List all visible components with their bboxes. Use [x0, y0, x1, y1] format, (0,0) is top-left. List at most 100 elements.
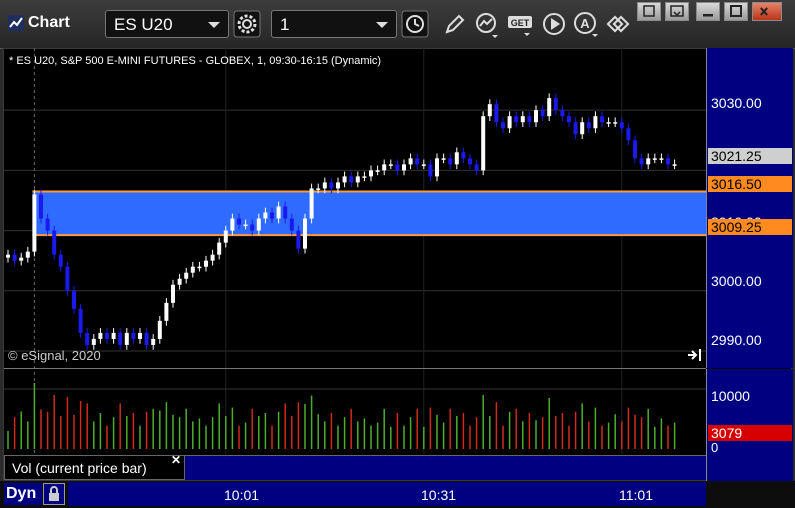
candle-body	[322, 182, 327, 189]
candle-body	[210, 254, 215, 261]
candle-body	[560, 110, 565, 117]
study-icon	[476, 13, 498, 38]
candle-body	[573, 122, 578, 135]
candle-body	[45, 218, 50, 231]
box-low-tag: 3009.25	[708, 219, 792, 235]
link-button[interactable]	[604, 10, 632, 38]
settings-button[interactable]	[233, 10, 261, 38]
study-button[interactable]	[472, 10, 500, 38]
play-button[interactable]	[540, 10, 568, 38]
candle-body	[507, 116, 512, 129]
candle-body	[672, 164, 677, 166]
interval-combo[interactable]: 1	[271, 10, 397, 38]
time-axis[interactable]	[68, 482, 706, 506]
candle-body	[263, 212, 268, 219]
close-button[interactable]	[752, 2, 782, 21]
candle-body	[362, 176, 367, 178]
candle-body	[487, 104, 492, 117]
candle-body	[474, 164, 479, 171]
pane-separator[interactable]	[4, 368, 706, 369]
candle-body	[633, 140, 637, 159]
symbol-combo[interactable]: ES U20	[105, 10, 229, 38]
candle-body	[534, 110, 538, 123]
candle-body	[25, 251, 30, 258]
candle-body	[204, 260, 208, 267]
chevron-down-icon[interactable]	[376, 22, 388, 28]
candle-body	[78, 308, 83, 333]
candle-body	[171, 284, 175, 303]
candle-body	[144, 332, 149, 345]
restore-panel-button[interactable]	[637, 2, 661, 21]
candle-body	[256, 218, 261, 231]
candle-body	[652, 158, 657, 160]
candle-body	[441, 158, 446, 160]
candle-body	[448, 158, 453, 165]
candle-body	[613, 122, 618, 124]
candle-body	[626, 128, 631, 141]
volume-tick-1: 0	[711, 440, 719, 455]
candle-body	[349, 176, 354, 183]
candle-body	[217, 242, 222, 255]
candle-body	[131, 332, 136, 339]
maximize-button[interactable]	[724, 2, 748, 21]
range-box	[32, 191, 706, 236]
candle-body	[435, 158, 439, 177]
chart-plot[interactable]	[4, 48, 706, 455]
candle-body	[6, 254, 10, 258]
candle-body	[606, 122, 611, 124]
toggle-layout-button[interactable]	[665, 2, 689, 21]
scroll-to-end-icon[interactable]	[687, 348, 703, 362]
volume-tick-0: 10000	[711, 388, 750, 404]
candle-body	[408, 158, 413, 165]
svg-text:GET: GET	[511, 18, 530, 28]
candle-body	[283, 206, 288, 219]
candle-body	[151, 338, 156, 345]
candle-body	[118, 332, 123, 345]
time-button[interactable]	[401, 10, 429, 38]
candle-body	[461, 152, 466, 159]
candle-body	[501, 122, 505, 129]
candle-body	[388, 164, 393, 166]
candle-body	[567, 116, 571, 123]
minimize-button[interactable]	[696, 2, 720, 21]
window-title: Chart	[28, 14, 70, 31]
alert-button[interactable]: A	[572, 10, 600, 38]
candle-body	[270, 212, 274, 219]
candle-body	[157, 320, 162, 339]
candle-body	[329, 182, 334, 189]
lock-button[interactable]	[43, 483, 65, 505]
candle-body	[316, 188, 321, 190]
get-button[interactable]: GET	[506, 10, 534, 38]
candle-body	[481, 116, 486, 171]
candle-body	[19, 257, 24, 261]
volume-panel-bar	[185, 455, 706, 480]
minimize-icon	[703, 14, 713, 17]
candle-body	[600, 116, 604, 123]
candle-body	[309, 188, 314, 219]
candle-body	[514, 116, 519, 123]
symbol-value: ES U20	[114, 15, 173, 34]
clock-icon	[401, 10, 429, 38]
dynamic-mode-label[interactable]: Dyn	[4, 483, 42, 505]
candle-body	[619, 122, 624, 129]
get-icon: GET	[508, 16, 532, 36]
chevron-down-icon[interactable]	[208, 22, 220, 28]
candle-body	[12, 254, 17, 261]
candle-body	[164, 302, 169, 321]
draw-button[interactable]	[440, 10, 468, 38]
price-tick-0: 3030.00	[711, 95, 762, 111]
candle-body	[336, 182, 340, 189]
layout-icon	[670, 5, 684, 17]
candle-body	[111, 332, 116, 339]
candle-body	[415, 158, 420, 165]
candle-body	[454, 152, 459, 165]
candle-body	[369, 170, 373, 177]
candle-body	[520, 116, 525, 123]
close-icon	[760, 7, 768, 16]
candle-body	[355, 176, 360, 183]
close-panel-icon[interactable]: ✕	[171, 453, 181, 467]
volume-panel-tab[interactable]: Vol (current price bar)	[4, 455, 185, 480]
maximize-icon	[730, 5, 742, 17]
box-high-tag: 3016.50	[708, 176, 792, 192]
candle-body	[468, 158, 472, 165]
